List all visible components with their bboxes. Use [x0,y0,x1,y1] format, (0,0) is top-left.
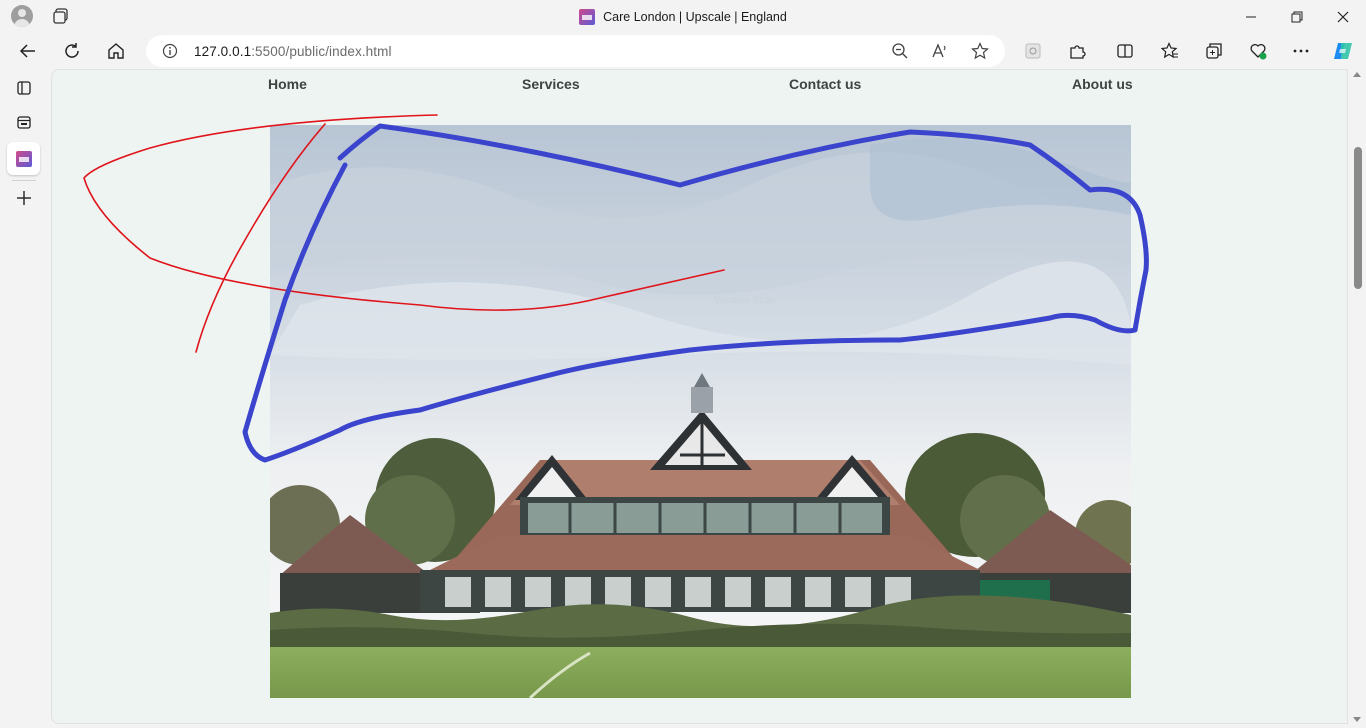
home-button[interactable] [102,37,130,65]
refresh-button[interactable] [58,37,86,65]
back-icon [19,44,35,58]
url-host: 127.0.0.1 [194,44,252,59]
url-text[interactable]: 127.0.0.1:5500/public/index.html [194,44,392,59]
browser-toolbar: 127.0.0.1:5500/public/index.html [0,33,1366,69]
close-button[interactable] [1320,0,1366,33]
restore-icon [1291,11,1303,22]
address-bar[interactable]: 127.0.0.1:5500/public/index.html [146,35,1005,67]
scrollbar-thumb[interactable] [1354,147,1362,289]
tab-item[interactable] [13,111,35,133]
puzzle-icon [1070,45,1086,59]
refresh-icon [65,43,79,58]
copilot-button[interactable] [1329,37,1357,65]
close-icon [1337,11,1349,22]
tab-icon [17,116,31,129]
window-title: Care London | Upscale | England [603,9,787,24]
sidebar-divider [12,180,36,181]
scroll-down-arrow-icon[interactable] [1353,717,1361,722]
url-path: :5500/public/index.html [251,44,392,59]
performance-button[interactable] [1244,37,1272,65]
more-button[interactable] [1287,37,1315,65]
copilot-icon [1334,43,1352,59]
extension-button[interactable] [1019,37,1047,65]
site-nav: Home Services Contact us About us [52,70,1347,100]
favorites-icon [1161,42,1178,59]
page-scrollbar[interactable] [1348,69,1366,728]
home-icon [108,43,124,59]
tab-actions-button[interactable] [13,77,35,99]
tab-actions-icon [17,81,31,95]
care-london-favicon-icon [15,150,32,167]
pavilion-illustration: Window Scan [270,125,1131,698]
vertical-tabs-sidebar [0,69,48,728]
zoom-out-icon[interactable] [891,42,909,60]
new-tab-button[interactable] [13,187,35,209]
nav-about-link[interactable]: About us [1072,76,1133,92]
new-tab-icon [17,191,31,205]
title-bar: Care London | Upscale | England [0,0,1366,33]
extensions-button[interactable] [1063,37,1091,65]
performance-icon [1250,43,1267,60]
back-button[interactable] [14,37,42,65]
minimize-button[interactable] [1228,0,1274,33]
hero-image: Window Scan [270,125,1131,698]
nav-home-link[interactable]: Home [268,76,307,92]
care-london-tab[interactable] [7,142,40,175]
split-screen-button[interactable] [1111,37,1139,65]
site-favicon-icon [579,8,596,25]
extension-icon [1025,43,1041,59]
site-info-icon[interactable] [162,43,178,59]
nav-services-link[interactable]: Services [522,76,580,92]
hero-caption: Window Scan [714,295,775,306]
more-icon [1293,49,1309,53]
read-aloud-icon[interactable] [931,42,949,60]
restore-button[interactable] [1274,0,1320,33]
window-title-container: Care London | Upscale | England [0,0,1366,33]
favorites-button[interactable] [1156,37,1184,65]
collections-icon [1206,43,1222,59]
split-screen-icon [1117,44,1133,58]
minimize-icon [1246,16,1256,17]
collections-button[interactable] [1200,37,1228,65]
favorite-star-icon[interactable] [971,42,989,60]
page-viewport: Home Services Contact us About us Window… [51,69,1348,724]
nav-contact-link[interactable]: Contact us [789,76,861,92]
scroll-up-arrow-icon[interactable] [1353,72,1361,77]
